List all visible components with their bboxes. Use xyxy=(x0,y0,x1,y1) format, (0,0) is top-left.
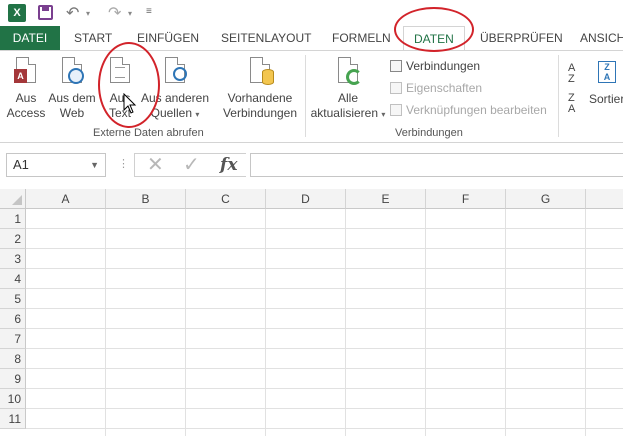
tab-formeln[interactable]: FORMELN xyxy=(332,26,391,50)
undo-icon[interactable]: ↶ xyxy=(66,3,79,23)
row-header[interactable]: 2 xyxy=(0,229,26,249)
web-icon xyxy=(60,57,84,87)
other-sources-icon xyxy=(163,57,187,87)
ribbon-tabs: DATEI START EINFÜGEN SEITENLAYOUT FORMEL… xyxy=(0,26,623,51)
dropdown-arrow-icon: ▾ xyxy=(381,110,386,119)
column-header-b[interactable]: B xyxy=(106,189,186,209)
excel-icon: X xyxy=(8,4,26,22)
select-all-button[interactable] xyxy=(0,189,26,209)
column-header-e[interactable]: E xyxy=(346,189,426,209)
row-header[interactable]: 10 xyxy=(0,389,26,409)
group-label-connections: Verbindungen xyxy=(395,127,463,139)
row-header[interactable]: 7 xyxy=(0,329,26,349)
row-header[interactable]: 3 xyxy=(0,249,26,269)
tab-einfuegen[interactable]: EINFÜGEN xyxy=(137,26,199,50)
row-header[interactable]: 8 xyxy=(0,349,26,369)
tab-ueberpruefen[interactable]: ÜBERPRÜFEN xyxy=(480,26,563,50)
sort-button[interactable]: Sortier xyxy=(589,92,623,107)
from-web-button[interactable]: Aus dem Web xyxy=(46,57,98,121)
row-header[interactable]: 6 xyxy=(0,309,26,329)
properties-button[interactable]: Eigenschaften xyxy=(390,79,482,97)
check-icon[interactable]: ✓ xyxy=(183,154,200,176)
refresh-icon xyxy=(336,57,362,87)
sort-icon: ZA xyxy=(598,61,616,83)
from-access-button[interactable]: A Aus Access xyxy=(6,57,46,121)
edit-links-icon xyxy=(390,104,402,116)
group-label-external-data: Externe Daten abrufen xyxy=(93,127,204,139)
redo-dropdown-icon[interactable]: ▾ xyxy=(128,9,132,18)
properties-icon xyxy=(390,82,402,94)
row-header[interactable]: 4 xyxy=(0,269,26,289)
row-header[interactable]: 5 xyxy=(0,289,26,309)
redo-icon[interactable]: ↷ xyxy=(108,3,121,23)
edit-links-button[interactable]: Verknüpfungen bearbeiten xyxy=(390,101,547,119)
tab-daten[interactable]: DATEN xyxy=(403,26,465,51)
dropdown-arrow-icon: ▾ xyxy=(195,110,200,119)
customize-arrow-icon[interactable]: ≡ xyxy=(146,6,152,17)
row-header[interactable]: 1 xyxy=(0,209,26,229)
row-header[interactable]: 11 xyxy=(0,409,26,429)
connections-icon xyxy=(390,60,402,72)
undo-dropdown-icon[interactable]: ▾ xyxy=(86,9,90,18)
name-box[interactable]: A1 ▼ xyxy=(6,153,106,177)
group-separator xyxy=(305,55,306,137)
tab-ansicht[interactable]: ANSICH xyxy=(580,26,623,50)
tab-seitenlayout[interactable]: SEITENLAYOUT xyxy=(221,26,311,50)
mouse-cursor-icon xyxy=(123,93,137,114)
column-header-c[interactable]: C xyxy=(186,189,266,209)
column-header-f[interactable]: F xyxy=(426,189,506,209)
chevron-down-icon[interactable]: ▼ xyxy=(90,154,99,176)
text-file-icon xyxy=(108,57,132,87)
formula-bar: A1 ▼ ⋮ ✕ ✓ fx xyxy=(0,143,623,189)
database-icon xyxy=(248,57,274,87)
connections-button[interactable]: Verbindungen xyxy=(390,57,480,75)
group-separator xyxy=(558,55,559,137)
column-header-d[interactable]: D xyxy=(266,189,346,209)
refresh-all-button[interactable]: Alle aktualisieren ▾ xyxy=(308,57,388,122)
cell-area[interactable] xyxy=(26,209,623,436)
column-header-a[interactable]: A xyxy=(26,189,106,209)
cancel-icon[interactable]: ✕ xyxy=(147,154,164,176)
column-header-g[interactable]: G xyxy=(506,189,586,209)
insert-function-button[interactable]: fx xyxy=(220,153,237,177)
existing-connections-button[interactable]: Vorhandene Verbindungen xyxy=(220,57,300,121)
quick-access-toolbar: X ↶ ▾ ↷ ▾ ≡ xyxy=(0,0,623,26)
sort-descending-button[interactable]: ZA xyxy=(568,93,575,115)
formula-input[interactable] xyxy=(250,153,623,177)
ribbon-daten: A Aus Access Aus dem Web Aus Text Aus an… xyxy=(0,50,623,143)
tab-start[interactable]: START xyxy=(74,26,112,50)
row-header[interactable]: 9 xyxy=(0,369,26,389)
column-header-partial[interactable] xyxy=(586,189,623,209)
tab-datei[interactable]: DATEI xyxy=(0,26,60,50)
sort-ascending-button[interactable]: AZ xyxy=(568,63,575,85)
save-icon[interactable] xyxy=(38,5,53,20)
formula-bar-grip-icon[interactable]: ⋮ xyxy=(118,157,129,170)
from-other-sources-button[interactable]: Aus anderen Quellen ▾ xyxy=(140,57,210,122)
worksheet-grid: A B C D E F G 1 2 3 4 5 6 7 8 9 10 11 xyxy=(0,189,623,436)
access-icon: A xyxy=(14,57,38,87)
